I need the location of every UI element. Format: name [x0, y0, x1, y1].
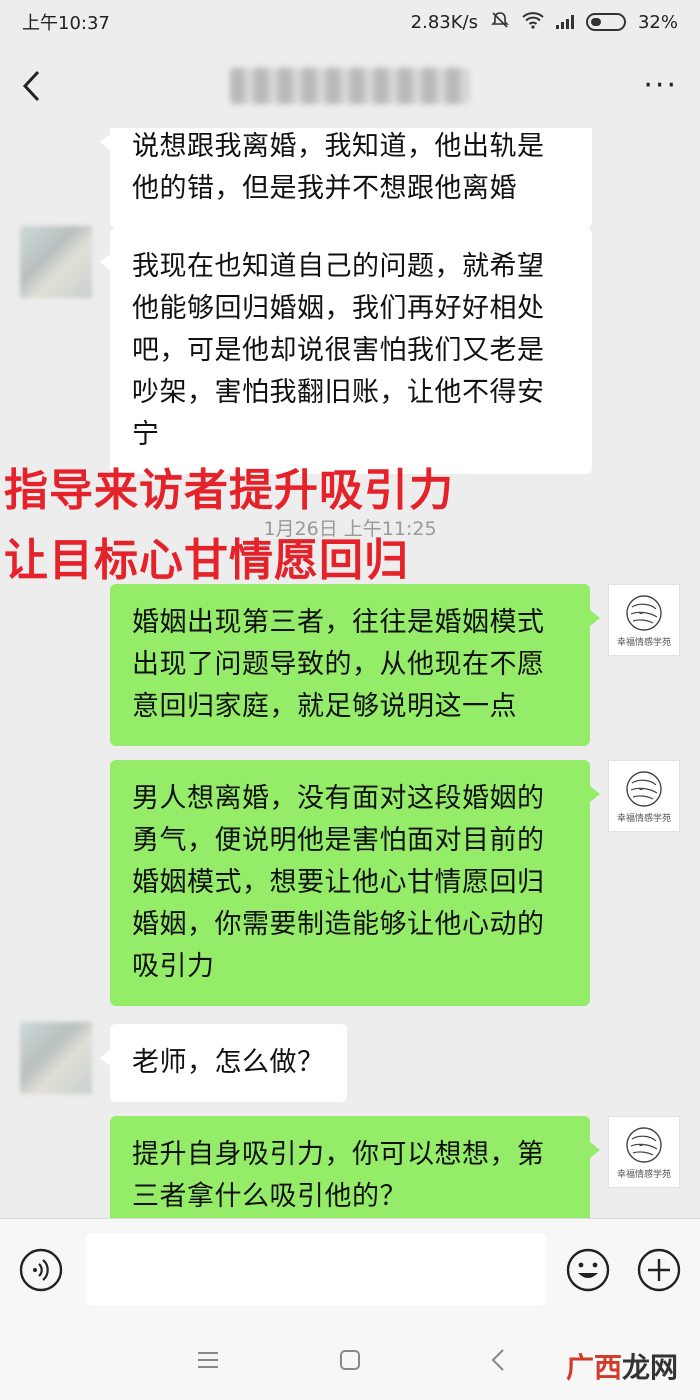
message-list[interactable]: 说想跟我离婚，我知道，他出轨是他的错，但是我并不想跟他离婚 我现在也知道自己的问… — [0, 128, 700, 1218]
site-watermark: 广西龙网 — [566, 1346, 678, 1386]
status-time: 上午10:37 — [22, 13, 110, 34]
message-bubble[interactable]: 我现在也知道自己的问题，就希望他能够回归婚姻，我们再好好相处吧，可是他却说很害怕… — [100, 228, 592, 474]
back-icon[interactable] — [22, 66, 50, 106]
more-options-icon[interactable]: ··· — [643, 71, 678, 101]
voice-input-icon[interactable] — [18, 1247, 64, 1293]
status-icons: 2.83K/s 32% — [411, 10, 678, 35]
battery-percent: 32% — [637, 11, 678, 33]
chat-title-blurred: ████████ — [230, 68, 470, 104]
contact-avatar[interactable] — [20, 1022, 92, 1094]
message-bubble[interactable]: 提升自身吸引力，你可以想想，第三者拿什么吸引他的？ — [110, 1116, 600, 1218]
overlay-caption-2: 让目标心甘情愿回归 — [4, 535, 409, 586]
signal-icon — [555, 15, 574, 29]
user-avatar[interactable]: 幸福情感学苑 — [608, 1116, 680, 1188]
face-logo-icon — [626, 594, 662, 631]
message-bubble[interactable]: 男人想离婚，没有面对这段婚姻的勇气，便说明他是害怕面对目前的婚姻模式，想要让他心… — [110, 760, 600, 1006]
avatar-caption: 幸福情感学苑 — [616, 1169, 671, 1180]
emoji-icon[interactable] — [565, 1247, 611, 1293]
message-bubble[interactable]: 老师，怎么做？ — [100, 1024, 347, 1102]
watermark-part-2: 龙网 — [622, 1351, 679, 1384]
input-bar — [0, 1218, 700, 1318]
message-input[interactable] — [86, 1233, 546, 1305]
overlay-caption-1: 指导来访者提升吸引力 — [4, 465, 454, 516]
message-bubble[interactable]: 婚姻出现第三者，往往是婚姻模式出现了问题导致的，从他现在不愿意回归家庭，就足够说… — [110, 584, 600, 746]
status-bar: 上午10:37 2.83K/s 32% — [0, 0, 700, 44]
plus-icon[interactable] — [636, 1247, 682, 1293]
menu-icon[interactable] — [190, 1342, 226, 1378]
user-avatar[interactable]: 幸福情感学苑 — [608, 760, 680, 832]
mute-icon — [490, 10, 510, 35]
avatar-caption: 幸福情感学苑 — [616, 637, 671, 648]
home-icon[interactable] — [332, 1342, 368, 1378]
contact-avatar[interactable] — [20, 226, 92, 298]
watermark-part-1: 广西 — [566, 1351, 623, 1384]
chat-header: ████████ ··· — [0, 44, 700, 128]
face-logo-icon — [626, 770, 662, 807]
wifi-icon — [522, 11, 544, 34]
face-logo-icon — [626, 1126, 662, 1163]
user-avatar[interactable]: 幸福情感学苑 — [608, 584, 680, 656]
network-speed: 2.83K/s — [410, 11, 478, 33]
battery-icon — [585, 13, 626, 31]
back-nav-icon[interactable] — [480, 1342, 516, 1378]
avatar-caption: 幸福情感学苑 — [616, 813, 671, 824]
message-bubble[interactable]: 说想跟我离婚，我知道，他出轨是他的错，但是我并不想跟他离婚 — [100, 128, 592, 228]
